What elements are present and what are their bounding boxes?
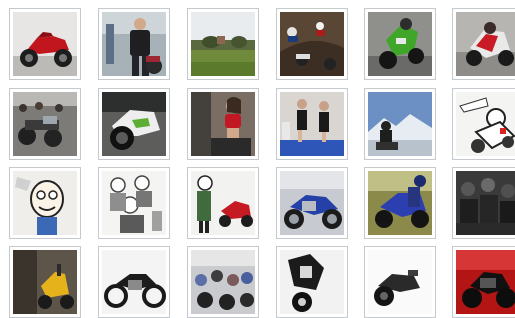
thumbnail-cartoon-face[interactable] [9,167,81,239]
thumbnail-black-motorcycle-white-background[interactable] [364,246,436,318]
thumbnail-promo-girls-on-stage[interactable] [276,88,348,160]
thumbnail-woman-in-red-top[interactable] [187,88,259,160]
thumbnail-image [191,250,255,314]
thumbnail-white-green-superbike[interactable] [98,88,170,160]
thumbnail-motorcycle-race-crowd[interactable] [187,246,259,318]
thumbnail-rider-mountains-snow[interactable] [364,88,436,160]
thumbnail-cartoon-racing-rider[interactable] [452,88,515,160]
thumbnail-image [456,250,515,314]
thumbnail-black-white-motorcycle-closeup[interactable] [276,246,348,318]
thumbnail-image [13,171,77,235]
thumbnail-image [191,92,255,156]
thumbnail-image [456,12,515,76]
thumbnail-image [368,171,432,235]
thumbnail-cartoon-character-and-red-bike[interactable] [187,167,259,239]
thumbnail-grid [0,0,515,318]
thumbnail-image [280,250,344,314]
thumbnail-motocross-race[interactable] [276,8,348,80]
thumbnail-cartoon-crowd-sketch[interactable] [98,167,170,239]
thumbnail-image [456,171,515,235]
thumbnail-dark-crowd-scene[interactable] [452,167,515,239]
thumbnail-red-sport-motorcycle[interactable] [9,8,81,80]
thumbnail-green-field-with-trees[interactable] [187,8,259,80]
thumbnail-image [102,171,166,235]
thumbnail-red-white-superbike-racing[interactable] [452,8,515,80]
thumbnail-green-sport-bike-racing[interactable] [364,8,436,80]
thumbnail-image [13,12,77,76]
thumbnail-image [368,12,432,76]
thumbnail-black-classic-motorcycle[interactable] [98,246,170,318]
thumbnail-blue-chopper-motorcycle[interactable] [276,167,348,239]
thumbnail-image [368,92,432,156]
thumbnail-image [191,171,255,235]
thumbnail-blue-sport-bike-rider[interactable] [364,167,436,239]
thumbnail-image [280,12,344,76]
thumbnail-image [13,250,77,314]
thumbnail-image [280,92,344,156]
thumbnail-crowd-of-motorcycles[interactable] [9,88,81,160]
thumbnail-image [102,92,166,156]
thumbnail-image [102,12,166,76]
thumbnail-image [13,92,77,156]
thumbnail-yellow-scooter-in-garage[interactable] [9,246,81,318]
thumbnail-image [280,171,344,235]
thumbnail-man-with-motorcycle-at-event[interactable] [98,8,170,80]
thumbnail-image [102,250,166,314]
thumbnail-red-naked-motorcycle[interactable] [452,246,515,318]
thumbnail-image [191,12,255,76]
thumbnail-image [368,250,432,314]
thumbnail-image [456,92,515,156]
